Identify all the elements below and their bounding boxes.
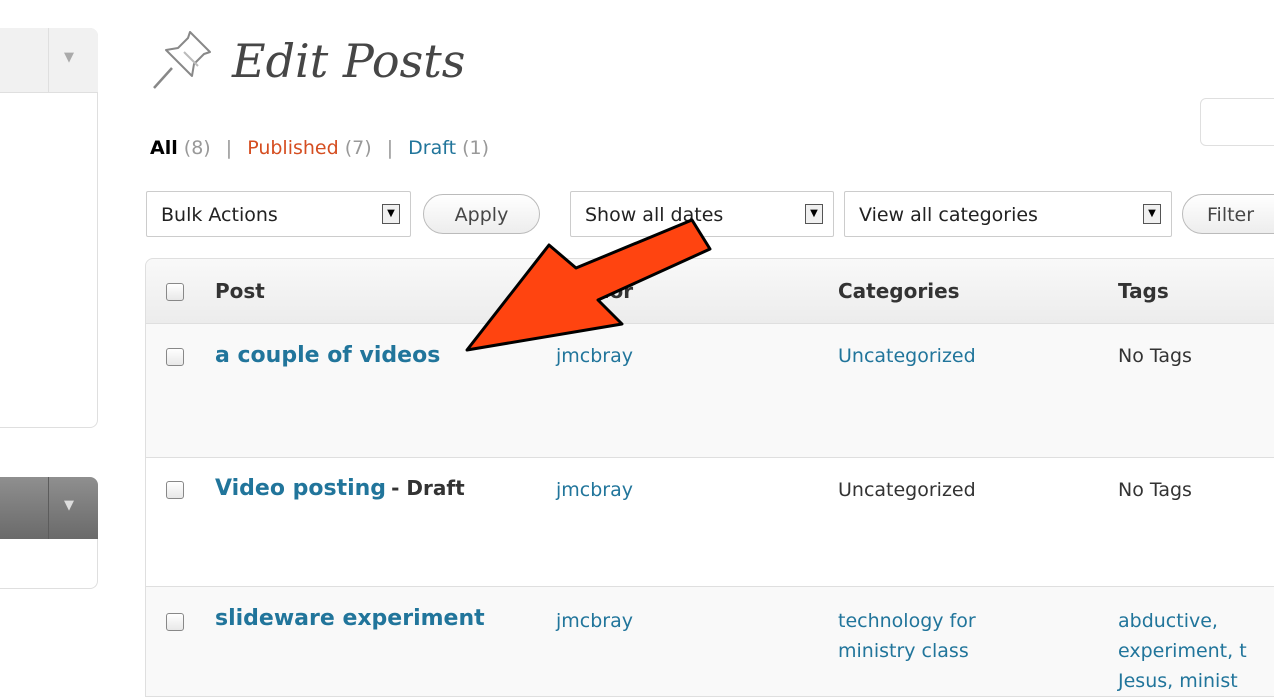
annotation-arrow — [465, 218, 712, 352]
